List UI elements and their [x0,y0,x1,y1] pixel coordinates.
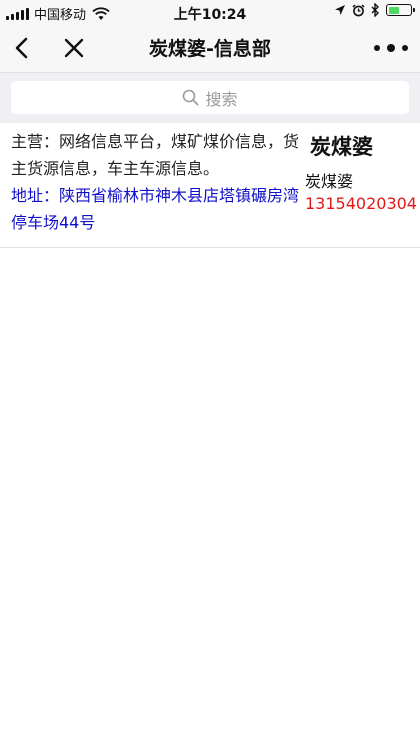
list-item[interactable]: 主营：网络信息平台，煤矿煤价信息，货主货源信息，车主车源信息。 地址：陕西省榆林… [0,123,420,248]
phone-link[interactable]: 13154020304 [305,194,417,213]
location-arrow-icon [335,5,345,15]
search-placeholder: 搜索 [205,89,238,109]
search-input[interactable]: 搜索 [11,81,409,114]
back-icon[interactable] [6,32,38,64]
search-icon [183,89,199,106]
more-icon[interactable] [374,36,408,60]
close-icon[interactable] [58,32,90,64]
contact-name: 炭煤婆 [305,172,354,191]
bluetooth-icon [371,3,379,17]
page-title: 炭煤婆-信息部 [149,38,271,60]
company-name: 炭煤婆 [310,135,373,159]
address-link[interactable]: 地址：陕西省榆林市神木县店塔镇碾房湾停车场44号 [11,182,303,236]
business-description: 主营：网络信息平台，煤矿煤价信息，货主货源信息，车主车源信息。 [11,132,300,178]
battery-icon [386,4,415,16]
status-bar: 中国移动 上午10:24 [0,0,420,24]
search-area: 搜索 [0,73,420,123]
battery-fill [388,6,399,14]
alarm-icon [352,3,365,16]
status-right [334,3,415,17]
nav-bar: 炭煤婆-信息部 [0,24,420,73]
